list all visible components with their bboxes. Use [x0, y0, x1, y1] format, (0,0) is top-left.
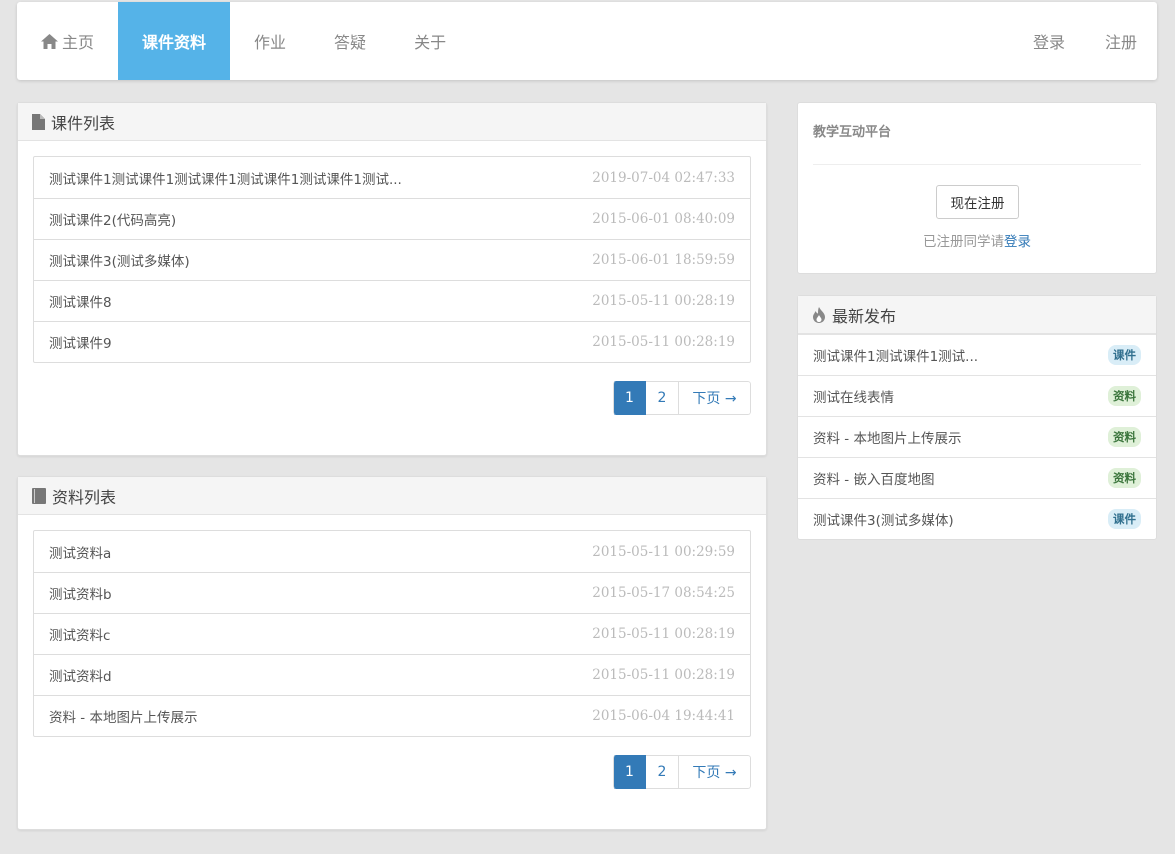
latest-item-title[interactable]: 资料 - 嵌入百度地图: [813, 468, 934, 488]
list-item-title[interactable]: 测试课件3(测试多媒体): [49, 250, 190, 270]
list-item-date: 2019-07-04 02:47:33: [592, 169, 735, 186]
list-item[interactable]: 测试课件8 2015-05-11 00:28:19: [34, 280, 750, 321]
list-item[interactable]: 测试资料b 2015-05-17 08:54:25: [34, 572, 750, 613]
list-item-title[interactable]: 测试资料a: [49, 542, 111, 562]
latest-item[interactable]: 测试课件1测试课件1测试... 课件: [798, 334, 1156, 375]
latest-item-title[interactable]: 测试课件1测试课件1测试...: [813, 345, 978, 365]
list-item[interactable]: 资料 - 本地图片上传展示 2015-06-04 19:44:41: [34, 695, 750, 736]
list-item-date: 2015-05-11 00:28:19: [592, 667, 735, 683]
list-item-date: 2015-05-11 00:28:19: [592, 334, 735, 350]
list-item[interactable]: 测试课件2(代码高亮) 2015-06-01 08:40:09: [34, 198, 750, 239]
page-1-button[interactable]: 1: [613, 381, 646, 415]
courseware-panel-title: 课件列表: [51, 113, 116, 133]
materials-panel-title: 资料列表: [52, 487, 117, 507]
list-item-date: 2015-05-11 00:28:19: [592, 626, 735, 642]
list-item-date: 2015-06-01 08:40:09: [592, 211, 735, 227]
category-badge: 课件: [1108, 509, 1141, 529]
nav-login[interactable]: 登录: [1013, 2, 1085, 80]
latest-item[interactable]: 资料 - 嵌入百度地图 资料: [798, 457, 1156, 498]
top-navbar: 主页 课件资料 作业 答疑 关于 登录 注册: [17, 2, 1157, 80]
latest-item[interactable]: 测试在线表情 资料: [798, 375, 1156, 416]
login-link[interactable]: 登录: [1004, 234, 1031, 250]
list-item[interactable]: 测试课件9 2015-05-11 00:28:19: [34, 321, 750, 362]
home-icon: [41, 33, 62, 49]
latest-item-title[interactable]: 资料 - 本地图片上传展示: [813, 427, 961, 447]
nav-about[interactable]: 关于: [390, 2, 470, 80]
courseware-list: 测试课件1测试课件1测试课件1测试课件1测试课件1测试... 2019-07-0…: [33, 156, 751, 363]
latest-item[interactable]: 资料 - 本地图片上传展示 资料: [798, 416, 1156, 457]
latest-item-title[interactable]: 测试课件3(测试多媒体): [813, 509, 954, 529]
nav-home[interactable]: 主页: [17, 2, 118, 80]
register-box: 教学互动平台 现在注册 已注册同学请登录: [797, 102, 1157, 274]
page-1-button[interactable]: 1: [613, 755, 646, 789]
latest-item[interactable]: 测试课件3(测试多媒体) 课件: [798, 498, 1156, 539]
list-item[interactable]: 测试资料a 2015-05-11 00:29:59: [34, 531, 750, 572]
list-item-title[interactable]: 测试资料b: [49, 583, 112, 603]
next-page-button[interactable]: 下页 →: [679, 755, 751, 789]
page-2-button[interactable]: 2: [646, 755, 679, 789]
list-item-title[interactable]: 测试课件9: [49, 332, 112, 352]
nav-courseware[interactable]: 课件资料: [118, 2, 231, 80]
list-item-title[interactable]: 测试课件2(代码高亮): [49, 209, 176, 229]
file-icon: [32, 113, 45, 130]
list-item-title[interactable]: 测试课件8: [49, 291, 112, 311]
latest-panel-title: 最新发布: [832, 306, 897, 326]
courseware-panel-heading: 课件列表: [18, 103, 766, 141]
materials-panel: 资料列表 测试资料a 2015-05-11 00:29:59 测试资料b 201…: [17, 476, 767, 830]
courseware-panel: 课件列表 测试课件1测试课件1测试课件1测试课件1测试课件1测试... 2019…: [17, 102, 767, 456]
platform-name: 教学互动平台: [813, 125, 892, 140]
list-item-title[interactable]: 资料 - 本地图片上传展示: [49, 706, 197, 726]
list-item-date: 2015-06-01 18:59:59: [592, 252, 735, 268]
list-item-title[interactable]: 测试资料d: [49, 665, 112, 685]
courseware-pagination: 1 2 下页 →: [613, 381, 751, 415]
list-item-date: 2015-05-11 00:28:19: [592, 293, 735, 309]
book-icon: [32, 487, 46, 504]
fire-icon: [812, 306, 826, 323]
nav-homework[interactable]: 作业: [230, 2, 310, 80]
materials-list: 测试资料a 2015-05-11 00:29:59 测试资料b 2015-05-…: [33, 530, 751, 737]
divider: [813, 164, 1141, 165]
nav-right: 登录 注册: [1013, 2, 1157, 80]
list-item[interactable]: 测试资料c 2015-05-11 00:28:19: [34, 613, 750, 654]
latest-item-title[interactable]: 测试在线表情: [813, 386, 894, 406]
list-item[interactable]: 测试资料d 2015-05-11 00:28:19: [34, 654, 750, 695]
materials-pagination: 1 2 下页 →: [613, 755, 751, 789]
next-page-button[interactable]: 下页 →: [679, 381, 751, 415]
list-item[interactable]: 测试课件1测试课件1测试课件1测试课件1测试课件1测试... 2019-07-0…: [34, 157, 750, 198]
category-badge: 资料: [1108, 386, 1141, 406]
register-now-button[interactable]: 现在注册: [936, 185, 1019, 219]
page-2-button[interactable]: 2: [646, 381, 679, 415]
login-hint: 已注册同学请登录: [798, 230, 1156, 250]
category-badge: 资料: [1108, 468, 1141, 488]
login-hint-text: 已注册同学请: [923, 234, 1004, 250]
nav-register[interactable]: 注册: [1085, 2, 1157, 80]
nav-left: 主页 课件资料 作业 答疑 关于: [17, 2, 470, 80]
category-badge: 资料: [1108, 427, 1141, 447]
materials-panel-heading: 资料列表: [18, 477, 766, 515]
latest-panel-heading: 最新发布: [798, 296, 1156, 334]
category-badge: 课件: [1108, 345, 1141, 365]
list-item-date: 2015-05-11 00:29:59: [592, 543, 735, 560]
list-item-date: 2015-06-04 19:44:41: [592, 708, 735, 724]
list-item[interactable]: 测试课件3(测试多媒体) 2015-06-01 18:59:59: [34, 239, 750, 280]
list-item-title[interactable]: 测试课件1测试课件1测试课件1测试课件1测试课件1测试...: [49, 168, 402, 188]
list-item-title[interactable]: 测试资料c: [49, 624, 110, 644]
nav-home-label: 主页: [62, 33, 95, 52]
latest-panel: 最新发布 测试课件1测试课件1测试... 课件 测试在线表情 资料 资料 - 本…: [797, 295, 1157, 540]
list-item-date: 2015-05-17 08:54:25: [592, 585, 735, 601]
nav-qa[interactable]: 答疑: [310, 2, 390, 80]
